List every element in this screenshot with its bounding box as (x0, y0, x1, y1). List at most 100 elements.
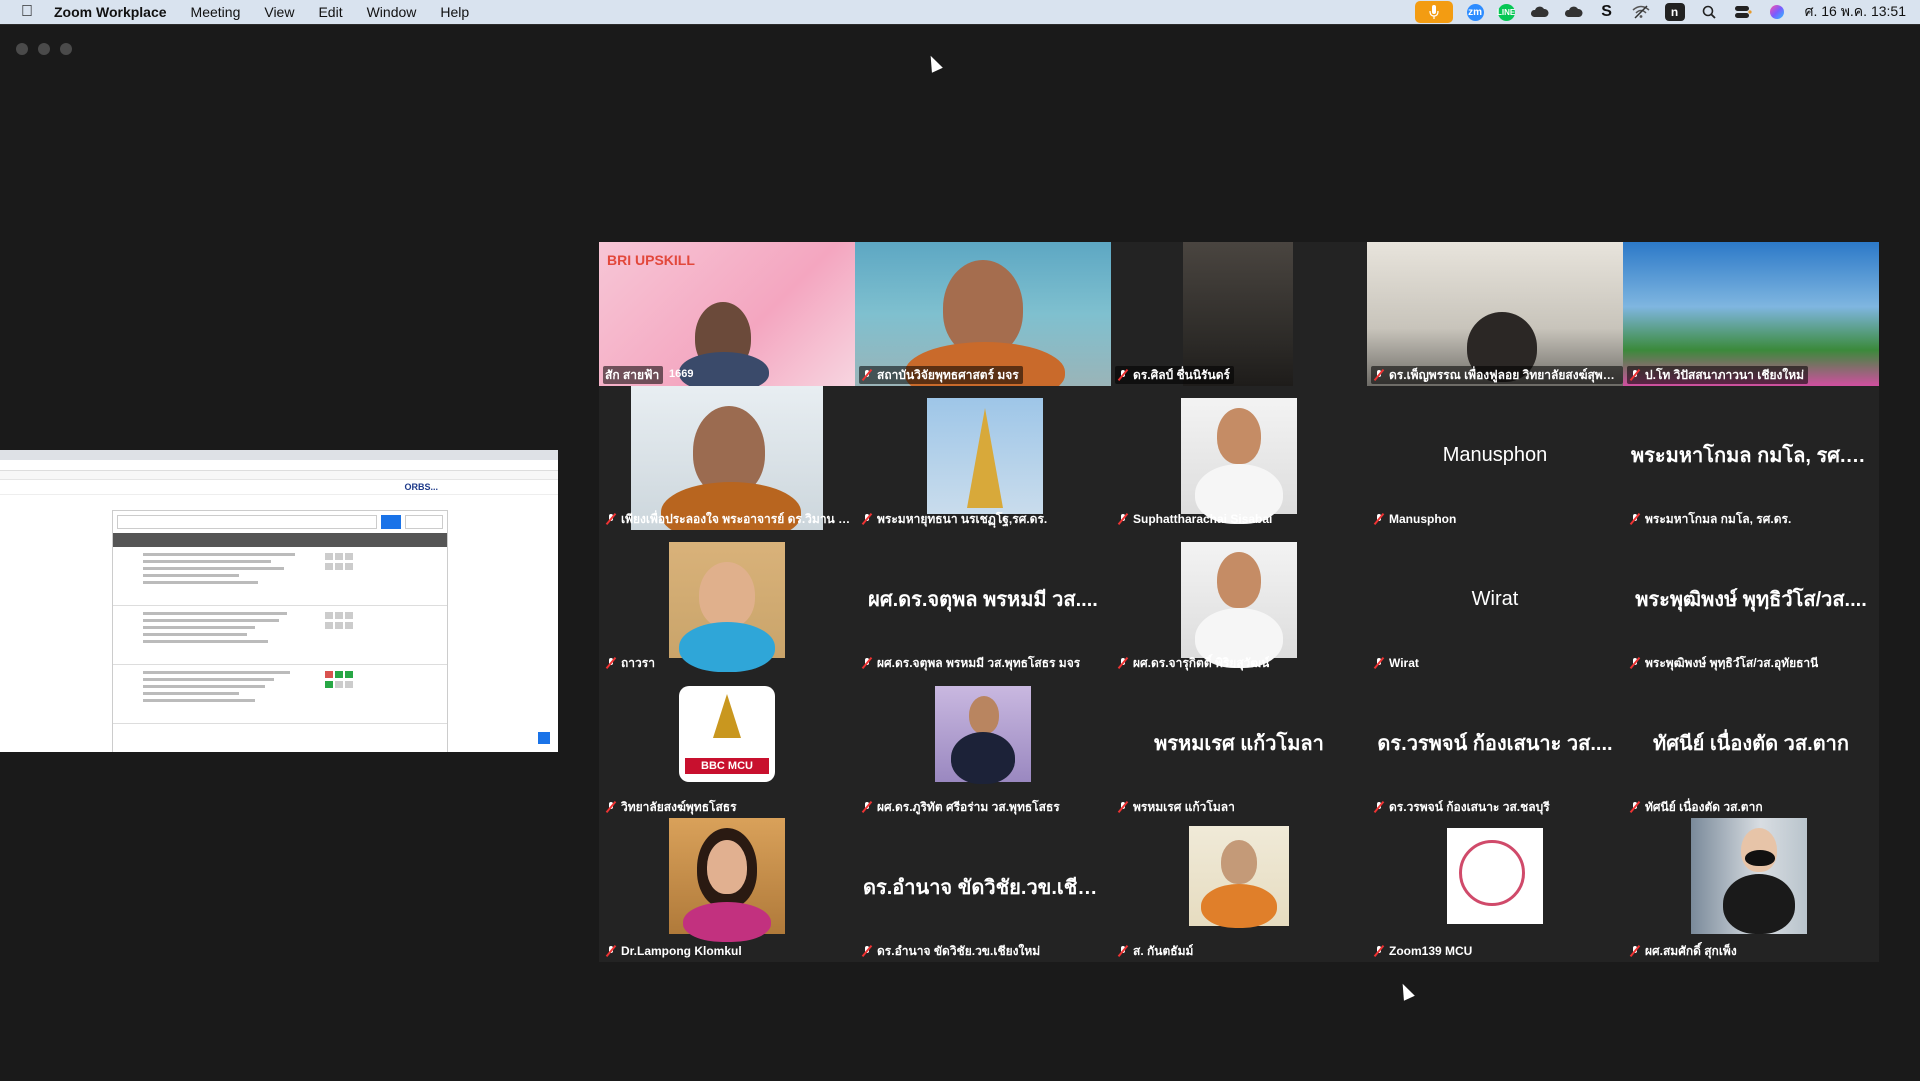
menu-view[interactable]: View (264, 4, 294, 20)
muted-mic-icon (1373, 801, 1385, 813)
microphone-icon[interactable] (1414, 1, 1453, 23)
participant-video (1183, 242, 1293, 386)
participant-tile[interactable]: พระมหาโกมล กมโล, รศ.ดร. พระมหาโกมล กมโล, … (1623, 386, 1879, 530)
participant-name: ส. กันตธัมม์ (1133, 943, 1194, 958)
participant-name-label: พระมหาโกมล กมโล, รศ.ดร. (1627, 510, 1795, 528)
participant-name: พระมหาโกมล กมโล, รศ.ดร. (1645, 511, 1792, 526)
participant-tile[interactable]: ดร.ศิลป์ ชื่นนิรันดร์ (1111, 242, 1367, 386)
shared-row (113, 665, 447, 724)
participant-tile[interactable]: Dr.Lampong Klomkul (599, 818, 855, 962)
participant-tile[interactable]: ผศ.ดร.จารุกิตติ์ พิริยสุวัฒน์ (1111, 530, 1367, 674)
participant-name-label: ดร.เพ็ญพรรณ เพื่องฟูลอย วิทยาลัยสงฆ์สุพร… (1371, 366, 1623, 384)
participant-tile[interactable]: ป.โท วิปัสสนาภาวนา เชียงใหม่ (1623, 242, 1879, 386)
cloud-icon[interactable] (1563, 3, 1583, 21)
mouse-cursor (1397, 981, 1415, 1001)
participant-tile[interactable]: BRI UPSKILL 1669 สัก สายฟ้า (599, 242, 855, 386)
participant-tile[interactable]: ถาวรา (599, 530, 855, 674)
muted-mic-icon (1373, 513, 1385, 525)
participant-tile[interactable]: พรหมเรศ แก้วโมลา พรหมเรศ แก้วโมลา (1111, 674, 1367, 818)
participant-tile[interactable]: ผศ.ดร.ภูริทัต ศรีอร่าม วส.พุทธโสธร (855, 674, 1111, 818)
participant-tile[interactable]: Zoom139 MCU (1367, 818, 1623, 962)
menu-clock[interactable]: ศ. 16 พ.ค. 13:51 (1805, 1, 1906, 23)
participant-name: Wirat (1389, 656, 1419, 670)
participant-name-label: ป.โท วิปัสสนาภาวนา เชียงใหม่ (1627, 366, 1809, 384)
shared-screen-thumbnail[interactable]: ORBS... (0, 450, 558, 752)
face-shape (1221, 840, 1257, 884)
participant-name-label: Dr.Lampong Klomkul (603, 942, 746, 960)
video-gallery: BRI UPSKILL 1669 สัก สายฟ้า สถาบันวิจัยพุทธ… (599, 242, 1879, 962)
wifi-off-icon[interactable] (1631, 3, 1651, 21)
participant-tile[interactable]: ดร.อำนาจ ขัดวิชัย.วข.เชีย... ดร.อำนาจ ขัด… (855, 818, 1111, 962)
participant-tile[interactable]: พระมหายุทธนา นรเชฏฺโฐ,รศ.ดร. (855, 386, 1111, 530)
participant-name: ดร.เพ็ญพรรณ เพื่องฟูลอย วิทยาลัยสงฆ์สุพร… (1389, 367, 1619, 382)
shared-row (113, 606, 447, 665)
participant-name-label: สัก สายฟ้า (603, 366, 664, 384)
n-icon[interactable]: n (1664, 3, 1685, 21)
participant-tile[interactable]: ผศ.สมศักดิ์ สุกเพ็ง (1623, 818, 1879, 962)
participant-display-name: พระพุฒิพงษ์ พุทฺธิวํโส/วส.... (1635, 588, 1867, 611)
participant-name: เพียงเพื่อประลองใจ พระอาจารย์ ดร.วิมาน ค… (621, 511, 851, 526)
participant-tile[interactable]: ส. กันตธัมม์ (1111, 818, 1367, 962)
participant-tile[interactable]: ดร.วรพจน์ ก้องเสนาะ วส.... ดร.วรพจน์ ก้อง… (1367, 674, 1623, 818)
line-icon[interactable]: LINE (1497, 3, 1515, 21)
participant-name: พระมหายุทธนา นรเชฏฺโฐ,รศ.ดร. (877, 511, 1048, 526)
close-window-button[interactable] (16, 43, 28, 55)
participant-name: สถาบันวิจัยพุทธศาสตร์ มจร (877, 367, 1019, 382)
browser-address-bar (0, 460, 558, 471)
site-nav: ORBS... (0, 480, 558, 495)
logo-emblem (713, 694, 741, 738)
participant-name-label: Manusphon (1371, 510, 1460, 528)
participant-name-label: ผศ.ดร.จตุพล พรหมมี วส.พุทธโสธร มจร (859, 654, 1084, 672)
face-shape (1217, 552, 1261, 608)
participant-photo (669, 818, 785, 942)
menu-edit[interactable]: Edit (318, 4, 342, 20)
participant-name: วิทยาลัยสงฆ์พุทธโสธร (621, 799, 737, 814)
participant-tile[interactable]: พระพุฒิพงษ์ พุทฺธิวํโส/วส.... พระพุฒิพงษ์… (1623, 530, 1879, 674)
participant-tile[interactable]: เพียงเพื่อประลองใจ พระอาจารย์ ดร.วิมาน ค… (599, 386, 855, 530)
muted-mic-icon (1629, 945, 1641, 957)
participant-video (1367, 242, 1623, 386)
participant-tile[interactable]: สถาบันวิจัยพุทธศาสตร์ มจร (855, 242, 1111, 386)
participant-tile[interactable]: Manusphon Manusphon (1367, 386, 1623, 530)
zoom-icon[interactable]: zm (1466, 3, 1484, 21)
participant-tile[interactable]: ทัศนีย์ เนื่องตัด วส.ตาก ทัศนีย์ เนื่องตั… (1623, 674, 1879, 818)
browser-tab-strip (0, 450, 558, 460)
face-shape (951, 732, 1015, 784)
participant-tile[interactable]: ดร.เพ็ญพรรณ เพื่องฟูลอย วิทยาลัยสงฆ์สุพร… (1367, 242, 1623, 386)
participant-name-label: ผศ.สมศักดิ์ สุกเพ็ง (1627, 942, 1741, 960)
muted-mic-icon (1117, 801, 1129, 813)
muted-mic-icon (1629, 657, 1641, 669)
siri-icon[interactable] (1767, 3, 1787, 21)
participant-name-label: ผศ.ดร.ภูริทัต ศรีอร่าม วส.พุทธโสธร (859, 798, 1064, 816)
participant-name: ดร.ศิลป์ ชื่นนิรันดร์ (1133, 367, 1230, 382)
participant-tile[interactable]: BBC MCU วิทยาลัยสงฆ์พุทธโสธร (599, 674, 855, 818)
muted-mic-icon (605, 945, 617, 957)
face-shape (1201, 884, 1277, 928)
muted-mic-icon (1373, 657, 1385, 669)
menu-app-name[interactable]: Zoom Workplace (54, 4, 167, 20)
participant-display-name: ทัศนีย์ เนื่องตัด วส.ตาก (1653, 732, 1849, 755)
cloud-icon[interactable] (1529, 3, 1549, 21)
face-shape (969, 696, 999, 734)
s-icon[interactable]: S (1597, 3, 1617, 21)
apple-icon[interactable]:  (18, 3, 36, 21)
minimize-window-button[interactable] (38, 43, 50, 55)
control-center-icon[interactable] (1733, 3, 1753, 21)
participant-tile[interactable]: Suphattharachai Sisabai (1111, 386, 1367, 530)
shared-search-box (117, 515, 377, 529)
menu-meeting[interactable]: Meeting (191, 4, 241, 20)
participant-name-label: พระพุฒิพงษ์ พุทฺธิวํโส/วส.อุทัยธานี (1627, 654, 1822, 672)
menu-window[interactable]: Window (367, 4, 417, 20)
zoom-window-button[interactable] (60, 43, 72, 55)
participant-name-label: Wirat (1371, 654, 1423, 672)
muted-mic-icon (861, 801, 873, 813)
menu-bar:  Zoom Workplace Meeting View Edit Windo… (0, 0, 1920, 24)
participant-name-label: ดร.วรพจน์ ก้องเสนาะ วส.ชลบุรี (1371, 798, 1554, 816)
shared-panel (112, 510, 448, 752)
search-icon[interactable] (1699, 3, 1719, 21)
participant-tile[interactable]: Wirat Wirat (1367, 530, 1623, 674)
face-shape (679, 622, 775, 672)
menu-help[interactable]: Help (440, 4, 469, 20)
muted-mic-icon (1629, 513, 1641, 525)
participant-tile[interactable]: ผศ.ดร.จตุพล พรหมมี วส.... ผศ.ดร.จตุพล พรห… (855, 530, 1111, 674)
